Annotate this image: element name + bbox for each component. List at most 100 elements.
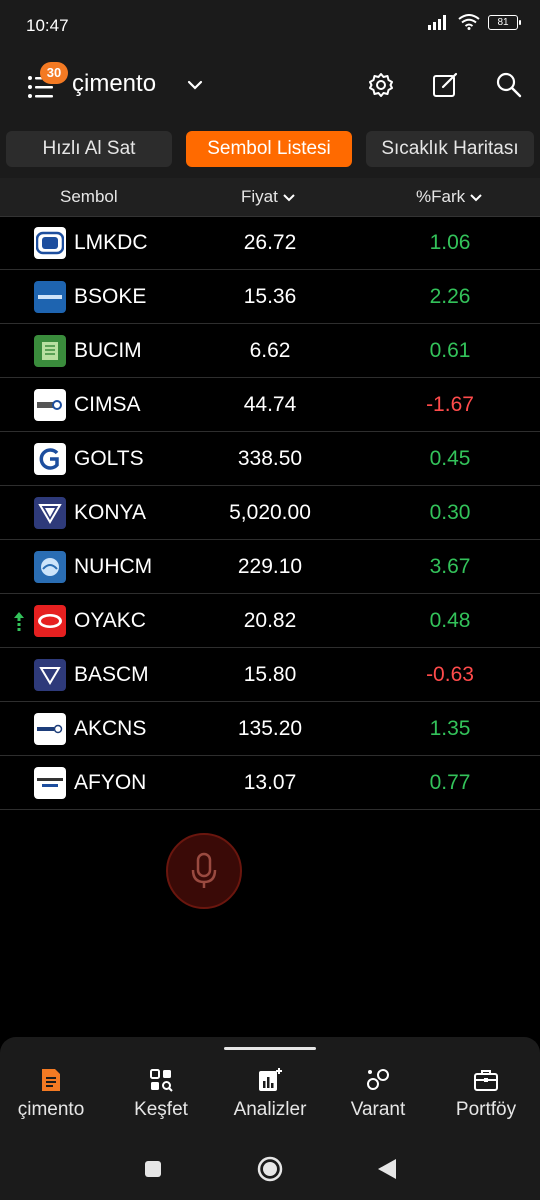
row-change: 0.45 (429, 447, 471, 470)
settings-gear-icon[interactable] (366, 70, 396, 100)
row-change: 0.48 (429, 609, 471, 632)
afyon-logo-icon (34, 767, 66, 799)
row-change: 0.30 (429, 501, 471, 524)
table-row[interactable]: BASCM 15.80 -0.63 (0, 648, 540, 702)
document-list-icon (42, 1069, 60, 1091)
row-change: 2.26 (429, 285, 471, 308)
row-symbol: LMKDC (74, 231, 148, 254)
lmkdc-logo-icon (34, 227, 66, 259)
table-row[interactable]: LMKDC 26.72 1.06 (0, 216, 540, 270)
bsoke-logo-icon (34, 281, 66, 313)
akcns-logo-icon (34, 713, 66, 745)
status-icons: 81 (428, 14, 521, 30)
status-bar: 10:47 81 (0, 0, 540, 50)
nav-item-portfolio[interactable]: Portföy (436, 1067, 536, 1121)
chevron-down-icon[interactable] (184, 74, 206, 96)
nav-label: Portföy (455, 1099, 517, 1120)
row-price: 44.74 (243, 393, 297, 416)
tab-symbol-list[interactable]: Sembol Listesi (186, 131, 352, 167)
row-price: 5,020.00 (229, 501, 311, 524)
table-row[interactable]: NUHCM 229.10 3.67 (0, 540, 540, 594)
row-symbol: CIMSA (74, 393, 141, 416)
row-price: 15.36 (243, 285, 297, 308)
watchlist-title[interactable]: çimento (72, 70, 156, 98)
search-icon[interactable] (494, 70, 524, 100)
nav-label: çimento (17, 1099, 85, 1120)
tab-heat-map[interactable]: Sıcaklık Haritası (366, 131, 534, 167)
chevron-down-icon (283, 193, 295, 201)
row-price: 338.50 (237, 447, 303, 470)
app-bar: çimento (0, 50, 540, 122)
table-row[interactable]: BSOKE 15.36 2.26 (0, 270, 540, 324)
header-change-label: %Fark (416, 187, 466, 206)
nuhcm-logo-icon (34, 551, 66, 583)
header-symbol-label: Sembol (60, 187, 118, 206)
golts-logo-icon (34, 443, 66, 475)
back-icon[interactable] (376, 1157, 398, 1181)
table-header: Sembol Fiyat %Fark (0, 178, 540, 217)
row-change: 0.61 (429, 339, 471, 362)
recent-apps-icon[interactable] (143, 1159, 163, 1179)
table-row[interactable]: KONYA 5,020.00 0.30 (0, 486, 540, 540)
battery-level: 81 (497, 16, 509, 28)
header-symbol[interactable]: Sembol (60, 187, 118, 207)
row-change: -1.67 (426, 393, 474, 416)
status-time: 10:47 (26, 16, 69, 35)
view-tabs: Hızlı Al Sat Sembol Listesi Sıcaklık Har… (0, 122, 540, 178)
row-price: 135.20 (237, 717, 303, 740)
table-row[interactable]: AFYON 13.07 0.77 (0, 756, 540, 810)
arrow-up-icon (14, 612, 24, 631)
row-price: 6.62 (249, 339, 291, 362)
symbol-list: LMKDC 26.72 1.06 BSOKE 15.36 2.26 BUCIM … (0, 216, 540, 810)
nav-item-discover[interactable]: Keşfet (111, 1067, 211, 1121)
row-price: 13.07 (243, 771, 297, 794)
row-price: 229.10 (237, 555, 303, 578)
table-row[interactable]: BUCIM 6.62 0.61 (0, 324, 540, 378)
table-row[interactable]: AKCNS 135.20 1.35 (0, 702, 540, 756)
row-change: 0.77 (429, 771, 471, 794)
nav-label: Analizler (233, 1099, 307, 1120)
row-change: 1.35 (429, 717, 471, 740)
header-price[interactable]: Fiyat (241, 187, 296, 207)
bottom-navigation: çimento Keşfet Analizler Varant Portföy (0, 1037, 540, 1141)
tab-quick-trade[interactable]: Hızlı Al Sat (6, 131, 172, 167)
table-row[interactable]: CIMSA 44.74 -1.67 (0, 378, 540, 432)
header-price-label: Fiyat (241, 187, 278, 206)
drag-handle[interactable] (224, 1047, 316, 1050)
oyakc-logo-icon (34, 605, 66, 637)
row-symbol: BSOKE (74, 285, 147, 308)
nav-label: Keşfet (134, 1099, 188, 1120)
row-symbol: KONYA (74, 501, 146, 524)
row-symbol: BASCM (74, 663, 149, 686)
row-change: -0.63 (426, 663, 474, 686)
wifi-icon (458, 14, 480, 30)
briefcase-icon (474, 1070, 498, 1091)
bucim-logo-icon (34, 335, 66, 367)
konya-logo-icon (34, 497, 66, 529)
voice-search-button[interactable] (166, 833, 242, 909)
discover-grid-icon (150, 1069, 173, 1092)
row-price: 15.80 (243, 663, 297, 686)
nav-item-warrant[interactable]: Varant (328, 1067, 428, 1121)
chevron-down-icon (470, 193, 482, 201)
warrant-circles-icon (367, 1069, 389, 1090)
battery-indicator: 81 (488, 14, 521, 30)
signal-icon (428, 15, 446, 30)
row-price: 20.82 (243, 609, 297, 632)
row-symbol: BUCIM (74, 339, 142, 362)
row-change: 3.67 (429, 555, 471, 578)
home-icon[interactable] (256, 1155, 284, 1183)
table-row[interactable]: OYAKC 20.82 0.48 (0, 594, 540, 648)
row-change: 1.06 (429, 231, 471, 254)
row-symbol: AKCNS (74, 717, 147, 740)
edit-icon[interactable] (430, 70, 460, 100)
nav-label: Varant (350, 1099, 406, 1120)
header-change[interactable]: %Fark (416, 187, 483, 207)
row-symbol: GOLTS (74, 447, 144, 470)
nav-item-analysis[interactable]: Analizler (220, 1067, 320, 1121)
nav-item-watchlist[interactable]: çimento (1, 1067, 101, 1121)
system-navigation-bar (0, 1141, 540, 1200)
row-symbol: NUHCM (74, 555, 153, 578)
row-symbol: OYAKC (74, 609, 146, 632)
table-row[interactable]: GOLTS 338.50 0.45 (0, 432, 540, 486)
